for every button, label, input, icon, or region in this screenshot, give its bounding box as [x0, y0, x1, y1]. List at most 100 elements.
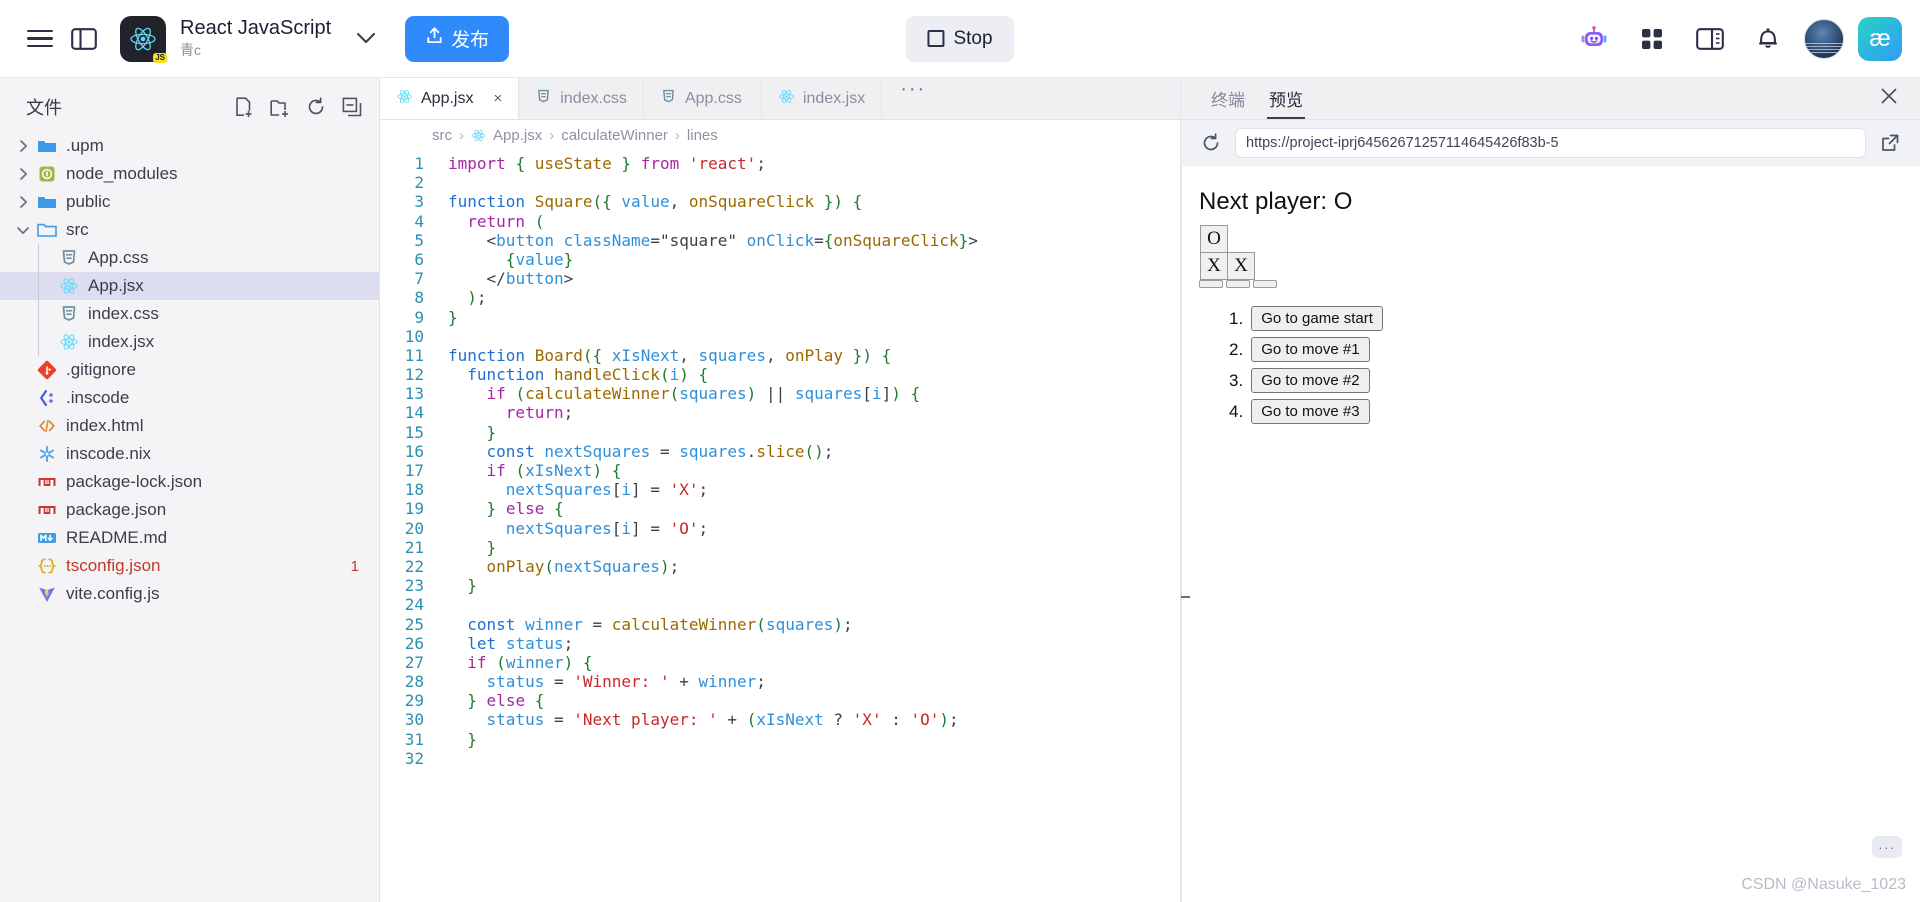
file-tree-item-inscode[interactable]: .inscode	[0, 384, 379, 412]
stop-button[interactable]: Stop	[905, 15, 1015, 62]
file-tree-item-upm[interactable]: .upm	[0, 132, 379, 160]
board-square[interactable]: X	[1227, 252, 1255, 280]
file-tree-item-gitignore[interactable]: .gitignore	[0, 356, 379, 384]
file-tree-item-node-modules[interactable]: node_modules	[0, 160, 379, 188]
file-tree-item-index-html[interactable]: index.html	[0, 412, 379, 440]
code-line[interactable]: }	[448, 730, 1180, 749]
editor-tab-index-css[interactable]: index.css	[519, 78, 644, 119]
code-line[interactable]: <button className="square" onClick={onSq…	[448, 231, 1180, 250]
code-line[interactable]: let status;	[448, 634, 1180, 653]
breadcrumb-segment[interactable]: src	[432, 127, 452, 144]
board-square[interactable]	[1253, 279, 1277, 288]
code-line[interactable]: if (winner) {	[448, 653, 1180, 672]
breadcrumb-segment[interactable]: App.jsx	[493, 127, 542, 144]
robot-icon[interactable]	[1572, 17, 1616, 61]
code-line[interactable]: {value}	[448, 250, 1180, 269]
preview-content[interactable]: Next player: O OXX 1. Go to game start 2. G…	[1181, 166, 1920, 902]
code-line[interactable]: return (	[448, 212, 1180, 231]
code-line[interactable]: }	[448, 538, 1180, 557]
file-tree-item-readme-md[interactable]: README.md	[0, 524, 379, 552]
editor-tab-index-jsx[interactable]: index.jsx	[762, 78, 883, 119]
code-line[interactable]: status = 'Winner: ' + winner;	[448, 672, 1180, 691]
code-line[interactable]: } else {	[448, 499, 1180, 518]
move-button[interactable]: Go to move #3	[1251, 399, 1370, 424]
editor-tab-app-css[interactable]: App.css	[644, 78, 762, 119]
code-line[interactable]: function Board({ xIsNext, squares, onPla…	[448, 346, 1180, 365]
move-list: 1. Go to game start 2. Go to move #1 3. Go to…	[1199, 306, 1920, 424]
file-tree-item-inscode-nix[interactable]: inscode.nix	[0, 440, 379, 468]
layout-panel-icon[interactable]	[1688, 17, 1732, 61]
code-line[interactable]	[448, 327, 1180, 346]
code-line[interactable]: import { useState } from 'react';	[448, 154, 1180, 173]
bell-icon[interactable]	[1746, 17, 1790, 61]
toggle-sidebar-icon[interactable]	[62, 17, 106, 61]
tab-terminal[interactable]: 终端	[1199, 86, 1257, 119]
code-line[interactable]: } else {	[448, 691, 1180, 710]
publish-button[interactable]: 发布	[405, 15, 510, 62]
tab-preview[interactable]: 预览	[1257, 86, 1315, 119]
code-line[interactable]: }	[448, 423, 1180, 442]
breadcrumb-segment[interactable]: lines	[687, 127, 718, 144]
board-square[interactable]: O	[1200, 225, 1228, 253]
collapse-all-icon[interactable]	[341, 96, 363, 118]
file-tree-item-package-lock-json[interactable]: package-lock.json	[0, 468, 379, 496]
code-line[interactable]: function Square({ value, onSquareClick }…	[448, 192, 1180, 211]
code-line[interactable]: function handleClick(i) {	[448, 365, 1180, 384]
move-button[interactable]: Go to move #2	[1251, 368, 1370, 393]
new-folder-icon[interactable]	[269, 96, 291, 118]
code-line[interactable]: nextSquares[i] = 'O';	[448, 519, 1180, 538]
close-icon[interactable]	[1880, 87, 1920, 119]
board-square[interactable]	[1199, 279, 1223, 288]
file-tree-item-app-jsx[interactable]: App.jsx	[0, 272, 379, 300]
chevron-icon[interactable]	[12, 140, 34, 152]
ae-logo[interactable]: æ	[1858, 16, 1902, 61]
resize-handle[interactable]	[1181, 596, 1190, 598]
grid-apps-icon[interactable]	[1630, 17, 1674, 61]
code-line[interactable]: if (calculateWinner(squares) || squares[…	[448, 384, 1180, 403]
new-file-icon[interactable]	[233, 96, 255, 118]
move-button[interactable]: Go to move #1	[1251, 337, 1370, 362]
code-line[interactable]: return;	[448, 403, 1180, 422]
file-tree-item-vite-config-js[interactable]: vite.config.js	[0, 580, 379, 608]
file-tree-item-public[interactable]: public	[0, 188, 379, 216]
refresh-icon[interactable]	[305, 96, 327, 118]
file-tree-item-index-css[interactable]: index.css	[0, 300, 379, 328]
board-square[interactable]: X	[1200, 252, 1228, 280]
avatar[interactable]	[1804, 18, 1844, 59]
breadcrumb-segment[interactable]: calculateWinner	[561, 127, 668, 144]
board-square[interactable]	[1226, 279, 1250, 288]
chevron-icon[interactable]	[12, 168, 34, 180]
code-line[interactable]: );	[448, 288, 1180, 307]
hamburger-icon[interactable]	[18, 17, 62, 61]
reload-icon[interactable]	[1199, 131, 1223, 155]
code-line[interactable]: const nextSquares = squares.slice();	[448, 442, 1180, 461]
tab-close-icon[interactable]: ×	[493, 90, 502, 107]
code-content[interactable]: import { useState } from 'react'; functi…	[436, 150, 1180, 902]
code-line[interactable]	[448, 595, 1180, 614]
editor-more-icon[interactable]: ···	[882, 78, 1180, 101]
code-line[interactable]: </button>	[448, 269, 1180, 288]
chevron-icon[interactable]	[12, 226, 34, 235]
code-line[interactable]: nextSquares[i] = 'X';	[448, 480, 1180, 499]
open-external-icon[interactable]	[1878, 131, 1902, 155]
chat-bubble-icon[interactable]: ···	[1872, 836, 1902, 858]
code-line[interactable]: onPlay(nextSquares);	[448, 557, 1180, 576]
editor-tab-app-jsx[interactable]: App.jsx ×	[380, 78, 520, 119]
file-tree-item-tsconfig-json[interactable]: tsconfig.json 1	[0, 552, 379, 580]
file-tree-item-src[interactable]: src	[0, 216, 379, 244]
move-button[interactable]: Go to game start	[1251, 306, 1383, 331]
code-line[interactable]: }	[448, 576, 1180, 595]
preview-url-input[interactable]: https://project-iprj64562671257114645426…	[1235, 128, 1866, 158]
code-line[interactable]	[448, 173, 1180, 192]
code-line[interactable]: const winner = calculateWinner(squares);	[448, 615, 1180, 634]
code-line[interactable]: }	[448, 308, 1180, 327]
file-tree-item-app-css[interactable]: App.css	[0, 244, 379, 272]
file-tree-item-index-jsx[interactable]: index.jsx	[0, 328, 379, 356]
file-tree-item-package-json[interactable]: package.json	[0, 496, 379, 524]
code-area[interactable]: 1 2 3 4 5 6 7 8 9 10 11 12 13 14 15 16 17 18 19 20 21 22 23 24 2…	[380, 150, 1180, 902]
code-line[interactable]: status = 'Next player: ' + (xIsNext ? 'X…	[448, 710, 1180, 729]
chevron-icon[interactable]	[12, 196, 34, 208]
code-line[interactable]: if (xIsNext) {	[448, 461, 1180, 480]
chevron-down-icon[interactable]	[353, 26, 379, 52]
code-line[interactable]	[448, 749, 1180, 768]
